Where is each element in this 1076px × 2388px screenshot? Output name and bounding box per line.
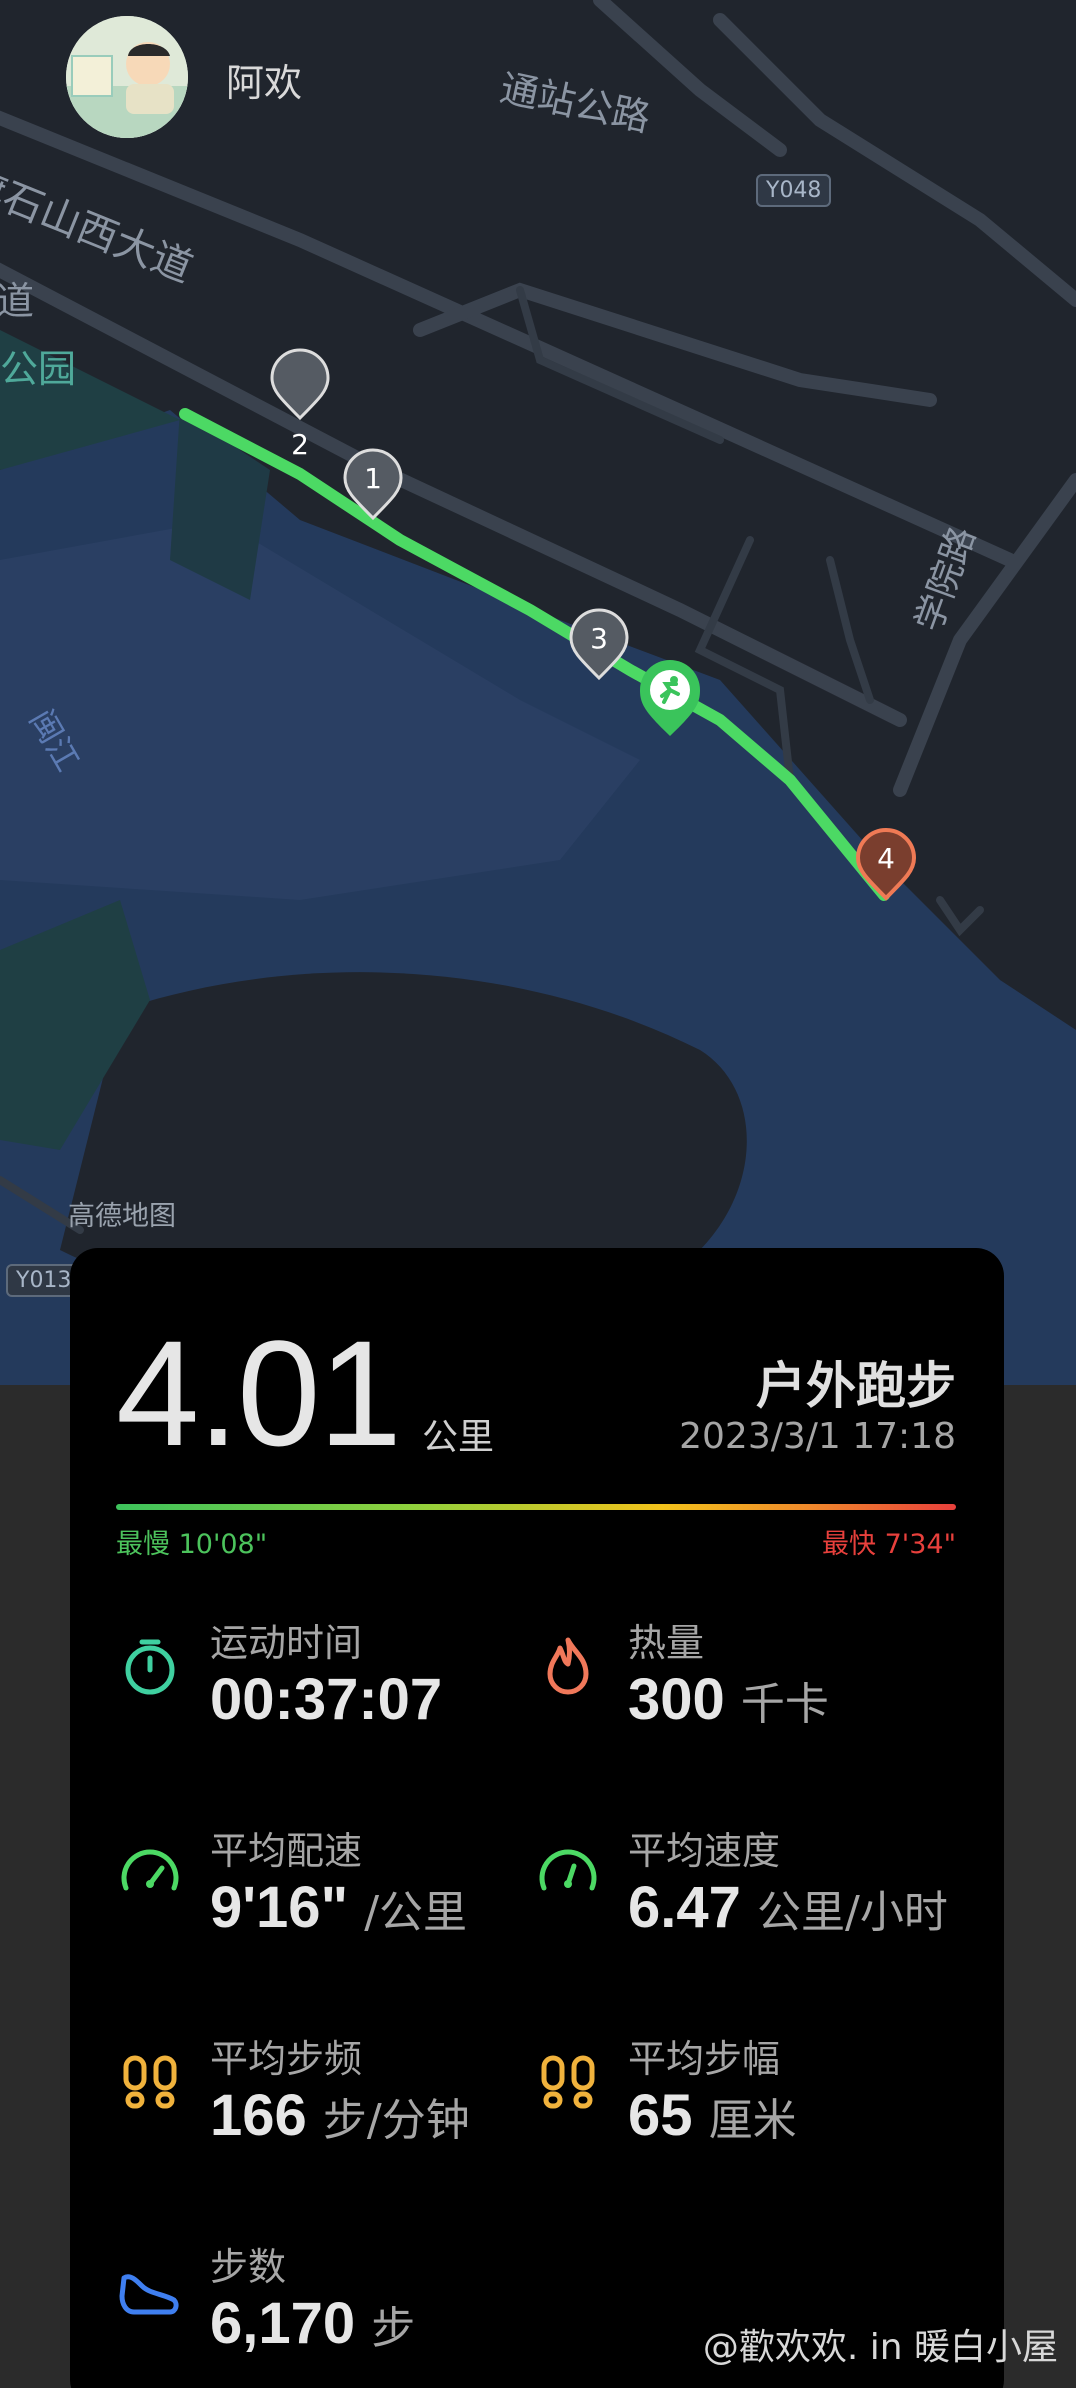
- flame-icon: [547, 1637, 589, 1695]
- road-label: 道: [0, 279, 35, 323]
- metric-label: 平均步频: [210, 2037, 363, 2081]
- metric-label: 平均配速: [210, 1829, 363, 1873]
- footprints-icon: [541, 2055, 595, 2109]
- road-shield: Y048: [756, 174, 832, 207]
- metric-value: 166 步/分钟: [210, 2083, 470, 2148]
- fastest-pace: 最快 7'34": [822, 1529, 956, 1560]
- metric-value: 9'16" /公里: [210, 1875, 468, 1940]
- username[interactable]: 阿欢: [226, 52, 302, 107]
- metric-unit: 步/分钟: [322, 2095, 470, 2146]
- map-canvas: [0, 0, 1076, 1385]
- metric-unit: /公里: [364, 1887, 468, 1938]
- watermark: @歡欢欢. in 暖白小屋: [702, 2327, 1058, 2368]
- workout-datetime: 2023/3/1 17:18: [679, 1416, 956, 1457]
- shoe-icon: [119, 2274, 179, 2315]
- footprints-icon: [123, 2055, 177, 2109]
- pace-gradient-bar: [116, 1504, 956, 1510]
- metric-value: 00:37:07: [210, 1667, 443, 1732]
- km-marker-label: 4: [877, 842, 895, 875]
- metric-avg-stride: 平均步幅 65 厘米: [534, 2028, 954, 2168]
- workout-summary-card: 4.01 公里 户外跑步 2023/3/1 17:18 最慢 10'08" 最快…: [70, 1248, 1004, 2388]
- metric-value: 300 千卡: [628, 1667, 829, 1732]
- park-label: 公园: [0, 347, 77, 391]
- metric-avg-cadence: 平均步频 166 步/分钟: [116, 2028, 536, 2168]
- metric-duration: 运动时间 00:37:07: [116, 1612, 536, 1752]
- metric-label: 运动时间: [210, 1621, 363, 1665]
- metric-label: 步数: [210, 2245, 287, 2289]
- avatar-illustration: [66, 16, 188, 138]
- metric-unit: 厘米: [708, 2095, 797, 2146]
- metric-value: 6.47 公里/小时: [628, 1875, 948, 1940]
- metric-label: 平均步幅: [628, 2037, 781, 2081]
- route-map[interactable]: 通站公路 旗石山西大道 道 公园 学院路 闽江 Y048 Y013 2 1 3 …: [0, 0, 1076, 1385]
- avatar[interactable]: [66, 16, 188, 138]
- metric-avg-speed: 平均速度 6.47 公里/小时: [534, 1820, 954, 1960]
- km-marker-label: 1: [364, 462, 382, 495]
- workout-detail-screen: 通站公路 旗石山西大道 道 公园 学院路 闽江 Y048 Y013 2 1 3 …: [0, 0, 1076, 2388]
- stopwatch-icon: [125, 1639, 175, 1695]
- distance-value: 4.01: [116, 1309, 402, 1477]
- km-marker-label: 2: [291, 428, 309, 461]
- gauge-icon: [539, 1849, 597, 1891]
- km-marker-label: 3: [590, 622, 608, 655]
- metric-value: 6,170 步: [210, 2291, 416, 2356]
- metric-unit: 公里/小时: [757, 1887, 948, 1938]
- metric-calories: 热量 300 千卡: [534, 1612, 954, 1752]
- metric-value: 65 厘米: [628, 2083, 797, 2148]
- map-credit: 高德地图: [68, 1201, 176, 1232]
- metric-steps: 步数 6,170 步: [116, 2236, 536, 2376]
- metric-label: 平均速度: [628, 1829, 781, 1873]
- metric-unit: 步: [371, 2303, 416, 2354]
- slowest-pace: 最慢 10'08": [116, 1529, 268, 1560]
- metric-unit: 千卡: [740, 1679, 829, 1730]
- sport-type: 户外跑步: [756, 1357, 956, 1415]
- distance-unit: 公里: [422, 1417, 495, 1458]
- metric-avg-pace: 平均配速 9'16" /公里: [116, 1820, 536, 1960]
- metric-label: 热量: [628, 1621, 705, 1665]
- speedometer-icon: [121, 1849, 179, 1891]
